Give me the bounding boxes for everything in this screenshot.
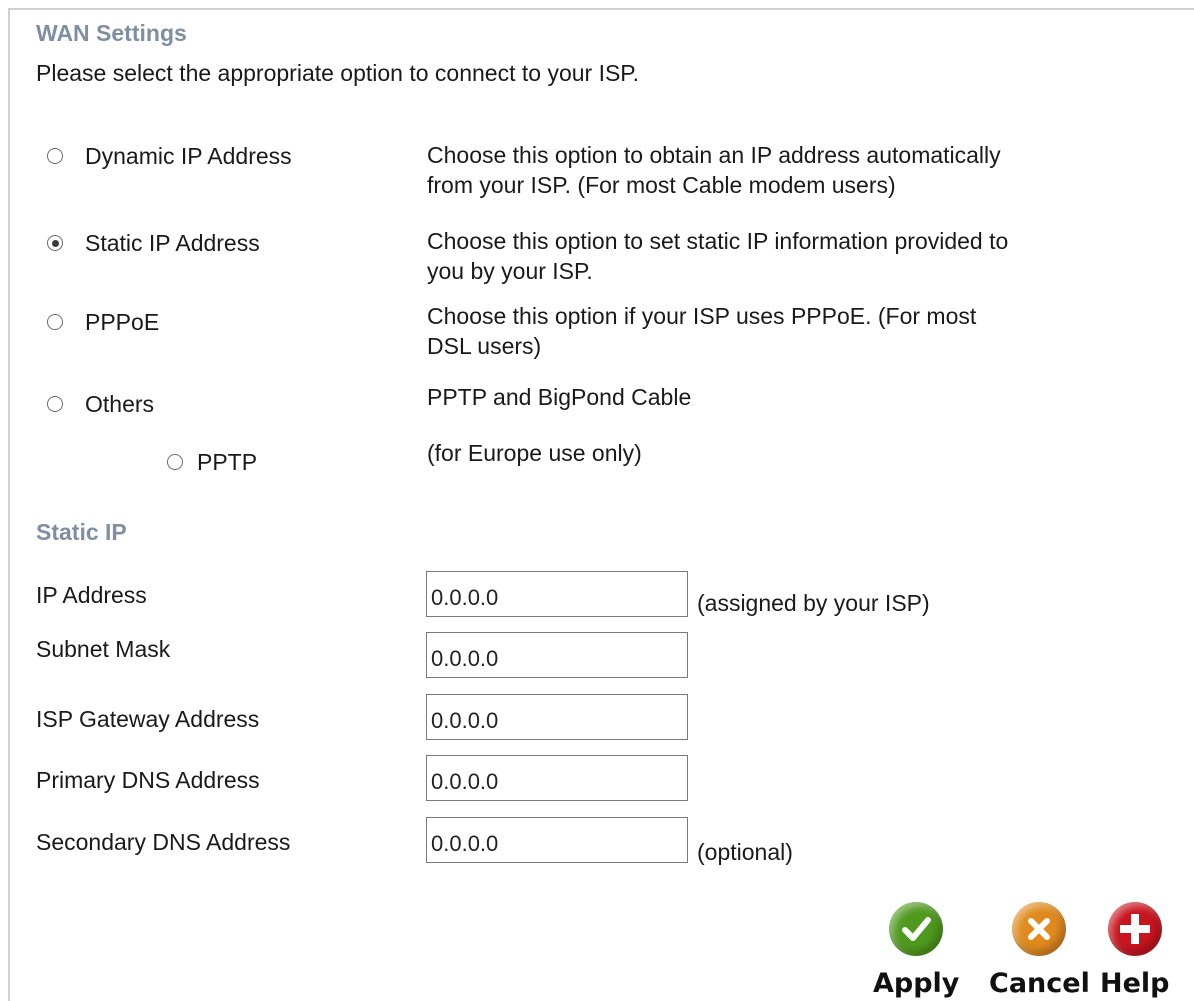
field-label-secondary-dns: Secondary DNS Address xyxy=(36,829,291,855)
static-ip-title: Static IP xyxy=(36,519,127,545)
option-pppoe[interactable]: PPPoE xyxy=(47,307,159,337)
apply-label: Apply xyxy=(873,968,960,999)
radio-dynamic-ip[interactable] xyxy=(47,148,63,164)
secondary-dns-input[interactable] xyxy=(426,817,688,863)
radio-static-ip[interactable] xyxy=(47,235,63,251)
radio-others[interactable] xyxy=(47,396,63,412)
help-label: Help xyxy=(1100,968,1170,999)
option-label: PPTP xyxy=(197,449,258,475)
option-description: PPTP and BigPond Cable xyxy=(427,382,1157,412)
cancel-label: Cancel xyxy=(989,968,1090,999)
plus-icon xyxy=(1107,902,1162,956)
wan-settings-title: WAN Settings xyxy=(36,20,187,46)
option-static-ip[interactable]: Static IP Address xyxy=(47,228,260,258)
ip-address-note: (assigned by your ISP) xyxy=(697,590,930,616)
apply-button[interactable]: Apply xyxy=(873,902,959,999)
description-line: PPTP and BigPond Cable xyxy=(427,384,692,410)
radio-pppoe[interactable] xyxy=(47,314,63,330)
description-line: from your ISP. (For most Cable modem use… xyxy=(427,172,896,198)
option-label: Dynamic IP Address xyxy=(85,143,292,169)
option-others[interactable]: Others xyxy=(47,389,154,419)
checkmark-icon xyxy=(889,902,944,956)
option-label: PPPoE xyxy=(85,309,160,335)
secondary-dns-note: (optional) xyxy=(697,839,793,865)
subnet-mask-input[interactable] xyxy=(426,632,688,678)
ip-address-input[interactable] xyxy=(426,571,688,617)
radio-pptp[interactable] xyxy=(167,454,183,470)
wan-intro-text: Please select the appropriate option to … xyxy=(36,60,640,86)
option-dynamic-ip[interactable]: Dynamic IP Address xyxy=(47,141,292,171)
field-label-isp-gateway: ISP Gateway Address xyxy=(36,706,260,732)
option-description: Choose this option to obtain an IP addre… xyxy=(427,140,1157,200)
isp-gateway-input[interactable] xyxy=(426,694,688,740)
option-description: Choose this option to set static IP info… xyxy=(427,226,1157,286)
description-line: DSL users) xyxy=(427,333,542,359)
description-line: Choose this option to obtain an IP addre… xyxy=(427,142,1001,168)
description-line: (for Europe use only) xyxy=(427,440,642,466)
option-pptp[interactable]: PPTP xyxy=(167,447,257,477)
primary-dns-input[interactable] xyxy=(426,755,688,801)
field-label-primary-dns: Primary DNS Address xyxy=(36,767,260,793)
option-description: (for Europe use only) xyxy=(427,438,1157,468)
description-line: you by your ISP. xyxy=(427,258,593,284)
option-label: Others xyxy=(85,391,155,417)
close-icon xyxy=(1012,902,1067,956)
cancel-button[interactable]: Cancel xyxy=(989,902,1090,999)
option-description: Choose this option if your ISP uses PPPo… xyxy=(427,301,1157,361)
field-label-subnet-mask: Subnet Mask xyxy=(36,636,171,662)
description-line: Choose this option if your ISP uses PPPo… xyxy=(427,303,977,329)
option-label: Static IP Address xyxy=(85,230,260,256)
description-line: Choose this option to set static IP info… xyxy=(427,228,1009,254)
help-button[interactable]: Help xyxy=(1100,902,1170,999)
field-label-ip-address: IP Address xyxy=(36,582,147,608)
